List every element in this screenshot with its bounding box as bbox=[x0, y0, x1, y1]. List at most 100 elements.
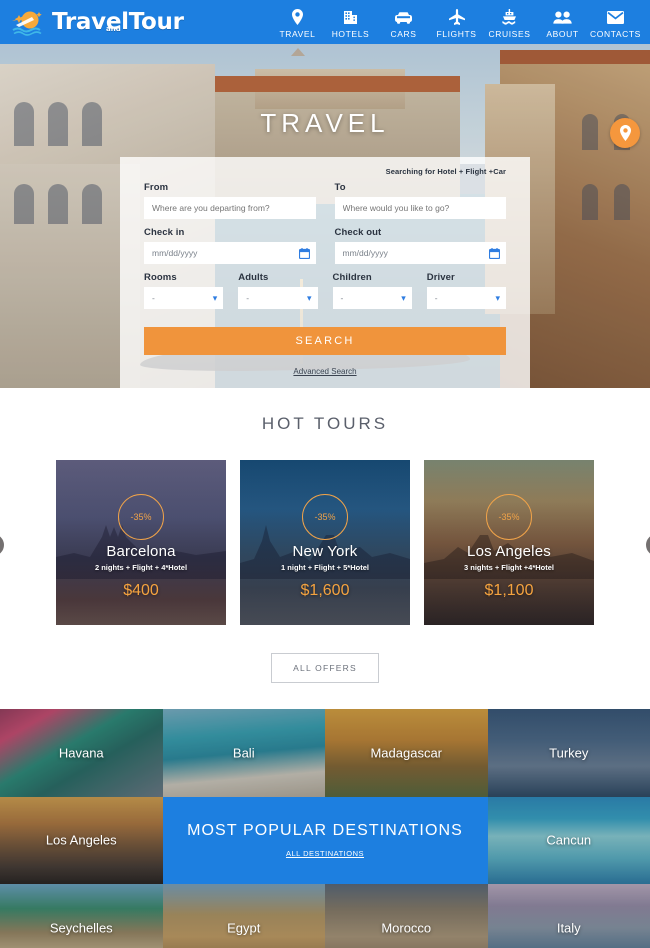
destination-tile-morocco[interactable]: Morocco bbox=[325, 884, 488, 948]
chevron-down-icon: ▾ bbox=[306, 292, 312, 303]
building-icon bbox=[343, 8, 358, 26]
tour-card-price: $1,600 bbox=[300, 581, 350, 599]
adults-select[interactable]: - ▾ bbox=[238, 287, 318, 309]
chevron-down-icon: ▾ bbox=[401, 292, 406, 303]
tour-card-city: Los Angeles bbox=[467, 542, 551, 560]
rooms-select[interactable]: - ▾ bbox=[144, 287, 224, 309]
tour-card-desc: 1 night + Flight + 5*Hotel bbox=[281, 562, 369, 572]
all-offers-button[interactable]: ALL OFFERS bbox=[271, 653, 379, 683]
nav-label: CARS bbox=[390, 29, 417, 39]
popular-destinations-grid: Havana Bali Madagascar Turkey Los Angele… bbox=[0, 709, 650, 948]
tour-card-desc: 2 nights + Flight + 4*Hotel bbox=[94, 562, 188, 572]
chevron-down-icon: ▾ bbox=[212, 292, 218, 303]
hot-tours-section: HOT TOURS ← -35% Barcelona 2 nights + Fl… bbox=[0, 388, 650, 709]
calendar-icon[interactable] bbox=[489, 247, 500, 259]
logo-brand2: Tour bbox=[128, 8, 184, 35]
destination-name: Morocco bbox=[381, 920, 432, 936]
destination-tile-italy[interactable]: Italy bbox=[487, 884, 650, 948]
destination-name: Havana bbox=[58, 745, 104, 761]
children-value: - bbox=[340, 293, 344, 303]
to-input[interactable] bbox=[334, 197, 506, 219]
checkout-value: mm/dd/yyyy bbox=[342, 248, 388, 258]
ship-icon bbox=[502, 8, 517, 26]
tour-card-los-angeles[interactable]: -35% Los Angeles 3 nights + Flight +4*Ho… bbox=[424, 460, 594, 625]
tour-card-city: New York bbox=[292, 542, 358, 560]
destination-tile-turkey[interactable]: Turkey bbox=[487, 709, 650, 797]
carousel-prev-button[interactable]: ← bbox=[0, 534, 4, 556]
checkout-label: Check out bbox=[334, 227, 382, 238]
nav-label: TRAVEL bbox=[279, 29, 316, 39]
carousel-next-button[interactable]: → bbox=[646, 534, 650, 556]
from-input[interactable] bbox=[144, 197, 316, 219]
destination-tile-bali[interactable]: Bali bbox=[162, 709, 325, 797]
hot-tours-carousel: ← -35% Barcelona 2 nights + Flight + 4*H… bbox=[0, 460, 650, 625]
children-field-group: Children - ▾ bbox=[332, 272, 412, 309]
search-form: Searching for Hotel + Flight +Car From T… bbox=[120, 157, 530, 388]
destination-name: Los Angeles bbox=[45, 832, 117, 848]
nav-item-about[interactable]: ABOUT bbox=[536, 5, 589, 39]
map-pin-button[interactable] bbox=[610, 118, 640, 148]
destination-tile-madagascar[interactable]: Madagascar bbox=[325, 709, 488, 797]
checkin-date-input[interactable]: mm/dd/yyyy bbox=[144, 242, 316, 264]
people-icon bbox=[553, 8, 572, 26]
envelope-icon bbox=[607, 8, 624, 26]
tour-card-desc: 3 nights + Flight +4*Hotel bbox=[463, 562, 554, 572]
driver-value: - bbox=[434, 293, 438, 303]
destination-name: Bali bbox=[232, 745, 255, 761]
rooms-field-group: Rooms - ▾ bbox=[144, 272, 224, 309]
advanced-search-link[interactable]: Advanced Search bbox=[144, 367, 506, 376]
checkin-field-group: Check in mm/dd/yyyy bbox=[144, 227, 316, 264]
discount-badge: -35% bbox=[302, 494, 348, 540]
site-logo[interactable]: TravelTour and bbox=[0, 7, 250, 37]
nav-item-cars[interactable]: CARS bbox=[377, 5, 430, 39]
tour-card-body: Los Angeles 3 nights + Flight +4*Hotel $… bbox=[424, 543, 594, 600]
nav-item-hotels[interactable]: HOTELS bbox=[324, 5, 377, 39]
nav-item-travel[interactable]: TRAVEL bbox=[271, 5, 324, 39]
tour-card-price: $400 bbox=[123, 581, 159, 599]
destination-tile-los-angeles[interactable]: Los Angeles bbox=[0, 796, 163, 885]
nav-label: FLIGHTS bbox=[436, 29, 477, 39]
nav-item-cruises[interactable]: CRUISES bbox=[483, 5, 536, 39]
adults-label: Adults bbox=[238, 272, 269, 283]
destination-tile-havana[interactable]: Havana bbox=[0, 709, 163, 797]
destinations-panel-title: MOST POPULAR DESTINATIONS bbox=[187, 822, 463, 840]
rooms-label: Rooms bbox=[144, 272, 177, 283]
tour-card-city: Barcelona bbox=[106, 542, 176, 560]
tour-card-barcelona[interactable]: -35% Barcelona 2 nights + Flight + 4*Hot… bbox=[56, 460, 226, 625]
destination-tile-cancun[interactable]: Cancun bbox=[487, 796, 650, 885]
adults-field-group: Adults - ▾ bbox=[238, 272, 318, 309]
children-select[interactable]: - ▾ bbox=[332, 287, 412, 309]
search-button[interactable]: SEARCH bbox=[144, 327, 506, 355]
driver-field-group: Driver - ▾ bbox=[426, 272, 506, 309]
checkin-label: Check in bbox=[144, 227, 185, 238]
nav-label: CONTACTS bbox=[590, 29, 641, 39]
most-popular-destinations-panel: MOST POPULAR DESTINATIONS ALL DESTINATIO… bbox=[162, 796, 488, 885]
calendar-icon[interactable] bbox=[298, 247, 310, 259]
destination-tile-seychelles[interactable]: Seychelles bbox=[0, 884, 163, 948]
nav-label: ABOUT bbox=[546, 29, 579, 39]
travel-landing-page: TravelTour and TRAVEL HOTELS CARS FLIGHT… bbox=[0, 0, 650, 948]
nav-item-contacts[interactable]: CONTACTS bbox=[589, 5, 642, 39]
checkout-date-input[interactable]: mm/dd/yyyy bbox=[334, 242, 506, 264]
nav-label: CRUISES bbox=[488, 29, 531, 39]
search-mode-note: Searching for Hotel + Flight +Car bbox=[385, 167, 506, 176]
from-field-group: From bbox=[144, 182, 316, 219]
all-destinations-link[interactable]: ALL DESTINATIONS bbox=[286, 849, 364, 858]
tour-card-new-york[interactable]: -35% New York 1 night + Flight + 5*Hotel… bbox=[240, 460, 410, 625]
children-label: Children bbox=[332, 272, 372, 283]
logo-wordmark: TravelTour and bbox=[52, 8, 184, 35]
destination-tile-egypt[interactable]: Egypt bbox=[162, 884, 325, 948]
driver-select[interactable]: - ▾ bbox=[426, 287, 506, 309]
tour-card-body: Barcelona 2 nights + Flight + 4*Hotel $4… bbox=[56, 543, 226, 600]
plane-icon bbox=[448, 8, 465, 26]
checkout-field-group: Check out mm/dd/yyyy bbox=[334, 227, 506, 264]
to-field-group: To bbox=[334, 182, 506, 219]
car-icon bbox=[395, 8, 412, 26]
adults-value: - bbox=[246, 293, 250, 303]
nav-item-flights[interactable]: FLIGHTS bbox=[430, 5, 483, 39]
hot-tours-title: HOT TOURS bbox=[261, 414, 389, 433]
tour-card-price: $1,100 bbox=[484, 581, 534, 599]
driver-label: Driver bbox=[426, 272, 455, 283]
from-label: From bbox=[144, 182, 169, 193]
logo-connector: and bbox=[106, 24, 121, 33]
